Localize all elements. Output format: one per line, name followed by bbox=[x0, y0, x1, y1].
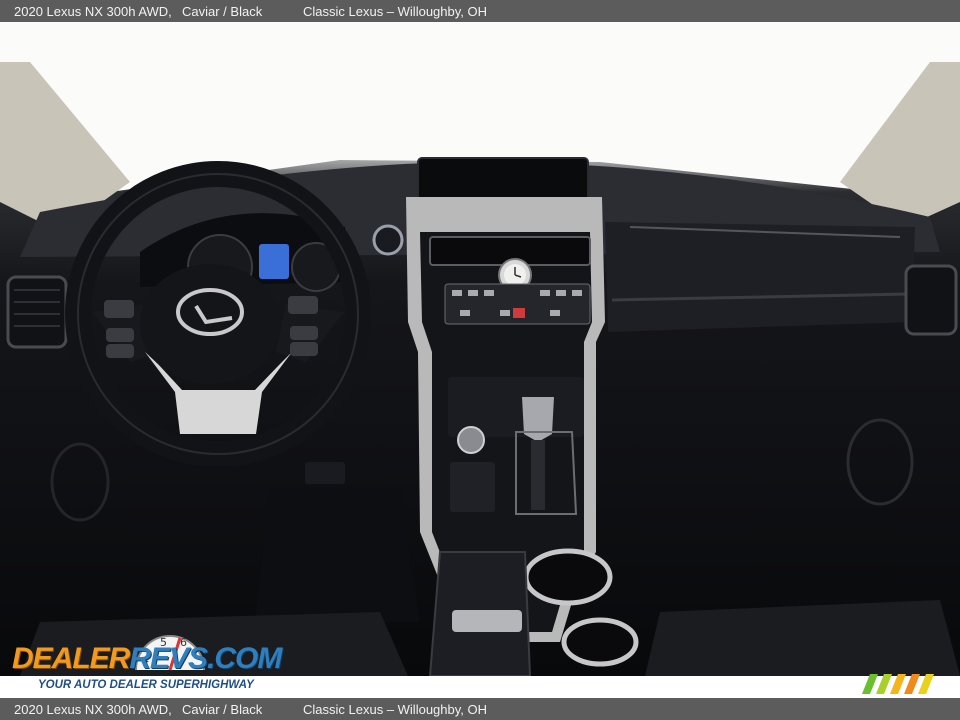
logo-word-dealer: DEALER bbox=[12, 642, 130, 675]
logo-word-suffix: .COM bbox=[207, 642, 282, 675]
logo-tagline: YOUR AUTO DEALER SUPERHIGHWAY bbox=[38, 679, 254, 691]
logo-word-revs: REVS bbox=[129, 642, 208, 675]
caption-trim-bottom: Caviar / Black bbox=[182, 701, 263, 717]
caption-model-bottom: 2020 Lexus NX 300h AWD, bbox=[14, 701, 172, 717]
caption-bar-top: 2020 Lexus NX 300h AWD, Caviar / Black C… bbox=[0, 0, 960, 22]
cupholder bbox=[523, 548, 613, 606]
gear-shifter bbox=[522, 397, 554, 442]
caption-trim: Caviar / Black bbox=[182, 3, 263, 19]
remote-touch-knob bbox=[457, 426, 485, 454]
color-stripes-icon bbox=[862, 674, 934, 694]
dealerrevs-logo: 4 5 6 DEALERREVS.COM YOUR AUTO DEALER SU… bbox=[12, 624, 282, 694]
right-vent bbox=[904, 264, 958, 336]
caption-bar-bottom: 2020 Lexus NX 300h AWD, Caviar / Black C… bbox=[0, 698, 960, 720]
caption-model: 2020 Lexus NX 300h AWD, bbox=[14, 3, 172, 19]
passenger-seat bbox=[645, 600, 960, 676]
start-button bbox=[372, 224, 404, 256]
interior-photo bbox=[0, 22, 960, 676]
caption-dealer-bottom: Classic Lexus – Willoughby, OH bbox=[303, 701, 487, 717]
caption-dealer: Classic Lexus – Willoughby, OH bbox=[303, 3, 487, 19]
logo-wordmark: DEALERREVS.COM bbox=[12, 642, 282, 676]
left-vent bbox=[6, 275, 68, 349]
